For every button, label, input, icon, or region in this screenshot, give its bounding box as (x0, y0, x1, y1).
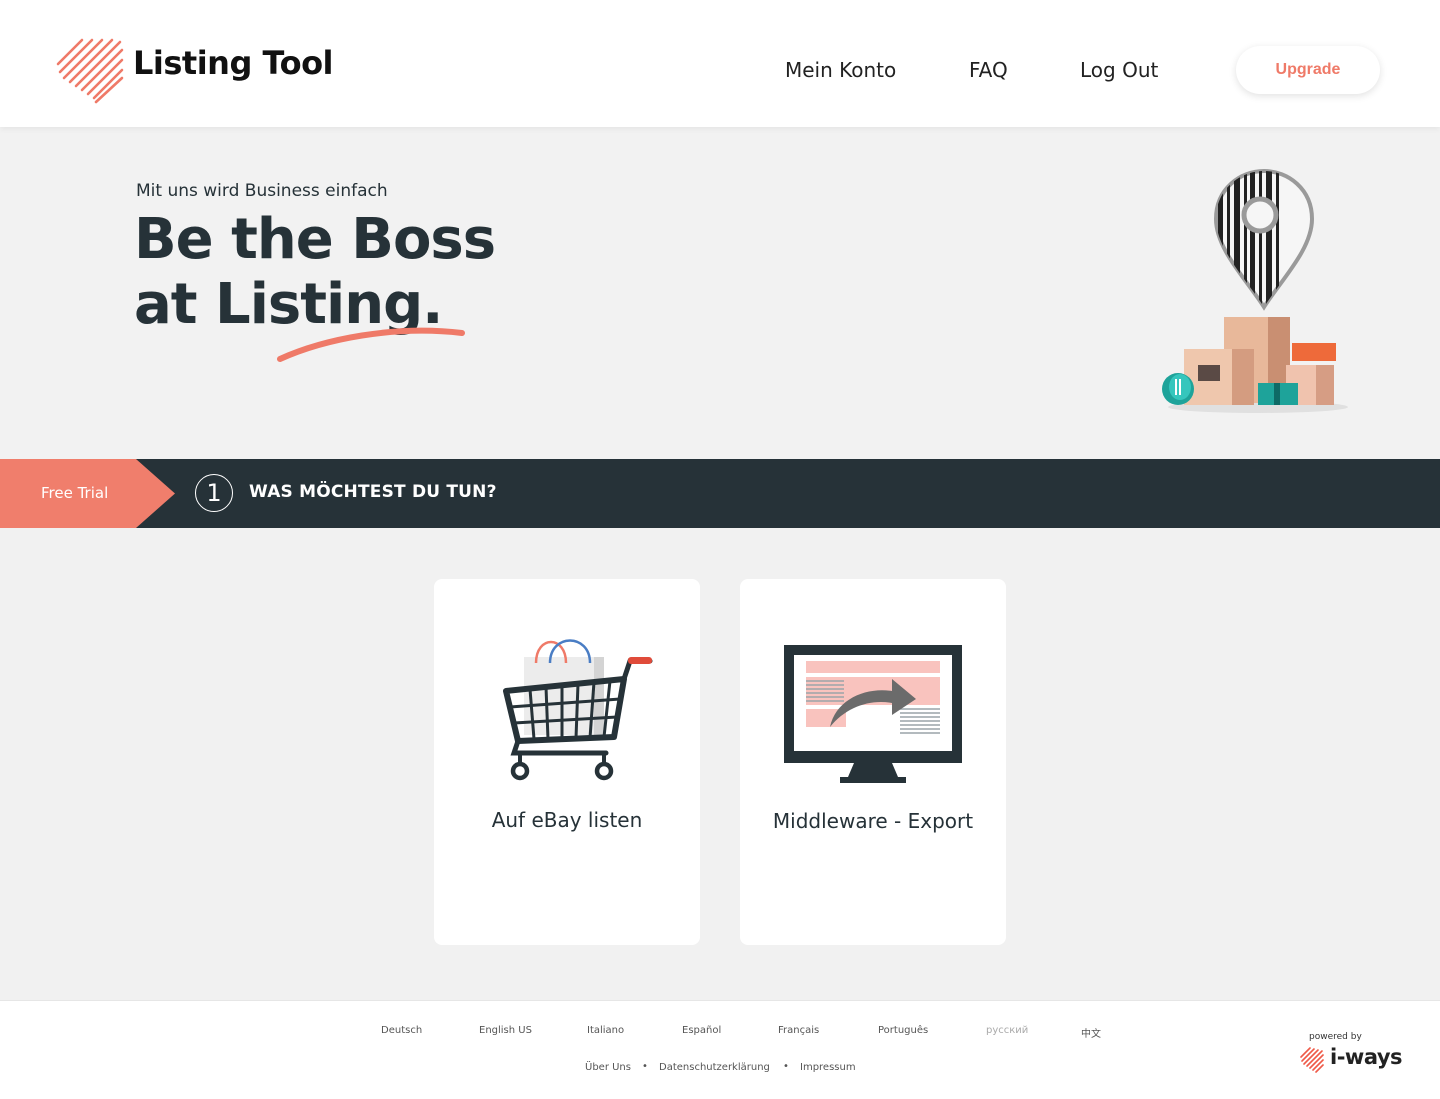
nav-faq[interactable]: FAQ (969, 58, 1008, 82)
step-band: Free Trial 1 WAS MÖCHTEST DU TUN? (0, 459, 1440, 528)
hero-section: Mit uns wird Business einfach Be the Bos… (0, 127, 1440, 459)
header: Listing Tool Mein Konto FAQ Log Out Upgr… (0, 0, 1440, 127)
lang-italiano[interactable]: Italiano (587, 1025, 624, 1036)
step-title: WAS MÖCHTEST DU TUN? (249, 482, 497, 502)
footer: Deutsch English US Italiano Español Fran… (0, 1000, 1440, 1099)
lang-russian[interactable]: русский (986, 1025, 1028, 1036)
nav-my-account[interactable]: Mein Konto (785, 58, 896, 82)
card-export-label: Middleware - Export (772, 809, 974, 833)
hero-title: Be the Boss at Listing. (134, 207, 496, 337)
brand-name[interactable]: Listing Tool (133, 44, 334, 82)
lang-chinese[interactable]: 中文 (1081, 1025, 1101, 1040)
footer-separator: • (783, 1061, 789, 1072)
iways-brand-text[interactable]: i-ways (1330, 1045, 1403, 1069)
nav-logout[interactable]: Log Out (1080, 58, 1158, 82)
powered-by-label: powered by (1309, 1032, 1362, 1042)
lang-english-us[interactable]: English US (479, 1025, 532, 1036)
hero-subtitle: Mit uns wird Business einfach (136, 181, 388, 201)
card-list-on-ebay[interactable]: Auf eBay listen (434, 579, 700, 945)
underline-swoosh-icon (277, 327, 465, 362)
step-number: 1 (195, 474, 233, 512)
free-trial-label: Free Trial (41, 484, 109, 502)
footer-link-about[interactable]: Über Uns (585, 1062, 631, 1073)
card-ebay-label: Auf eBay listen (491, 808, 643, 832)
footer-link-privacy[interactable]: Datenschutzerklärung (659, 1062, 770, 1073)
footer-separator: • (642, 1061, 648, 1072)
listing-tool-logo[interactable] (56, 34, 126, 104)
lang-portugues[interactable]: Português (878, 1025, 928, 1036)
lang-deutsch[interactable]: Deutsch (381, 1025, 422, 1036)
location-pin-packages-illustration (1162, 168, 1348, 413)
upgrade-button[interactable]: Upgrade (1236, 46, 1380, 94)
card-middleware-export[interactable]: Middleware - Export (740, 579, 1006, 945)
free-trial-badge: Free Trial (0, 459, 175, 528)
footer-link-imprint[interactable]: Impressum (800, 1062, 856, 1073)
lang-francais[interactable]: Français (778, 1025, 819, 1036)
monitor-export-icon (784, 645, 962, 783)
iways-logo-icon[interactable] (1300, 1045, 1324, 1073)
hero-title-line-1: Be the Boss (134, 207, 496, 272)
lang-espanol[interactable]: Español (682, 1025, 721, 1036)
shopping-cart-icon (503, 639, 653, 781)
